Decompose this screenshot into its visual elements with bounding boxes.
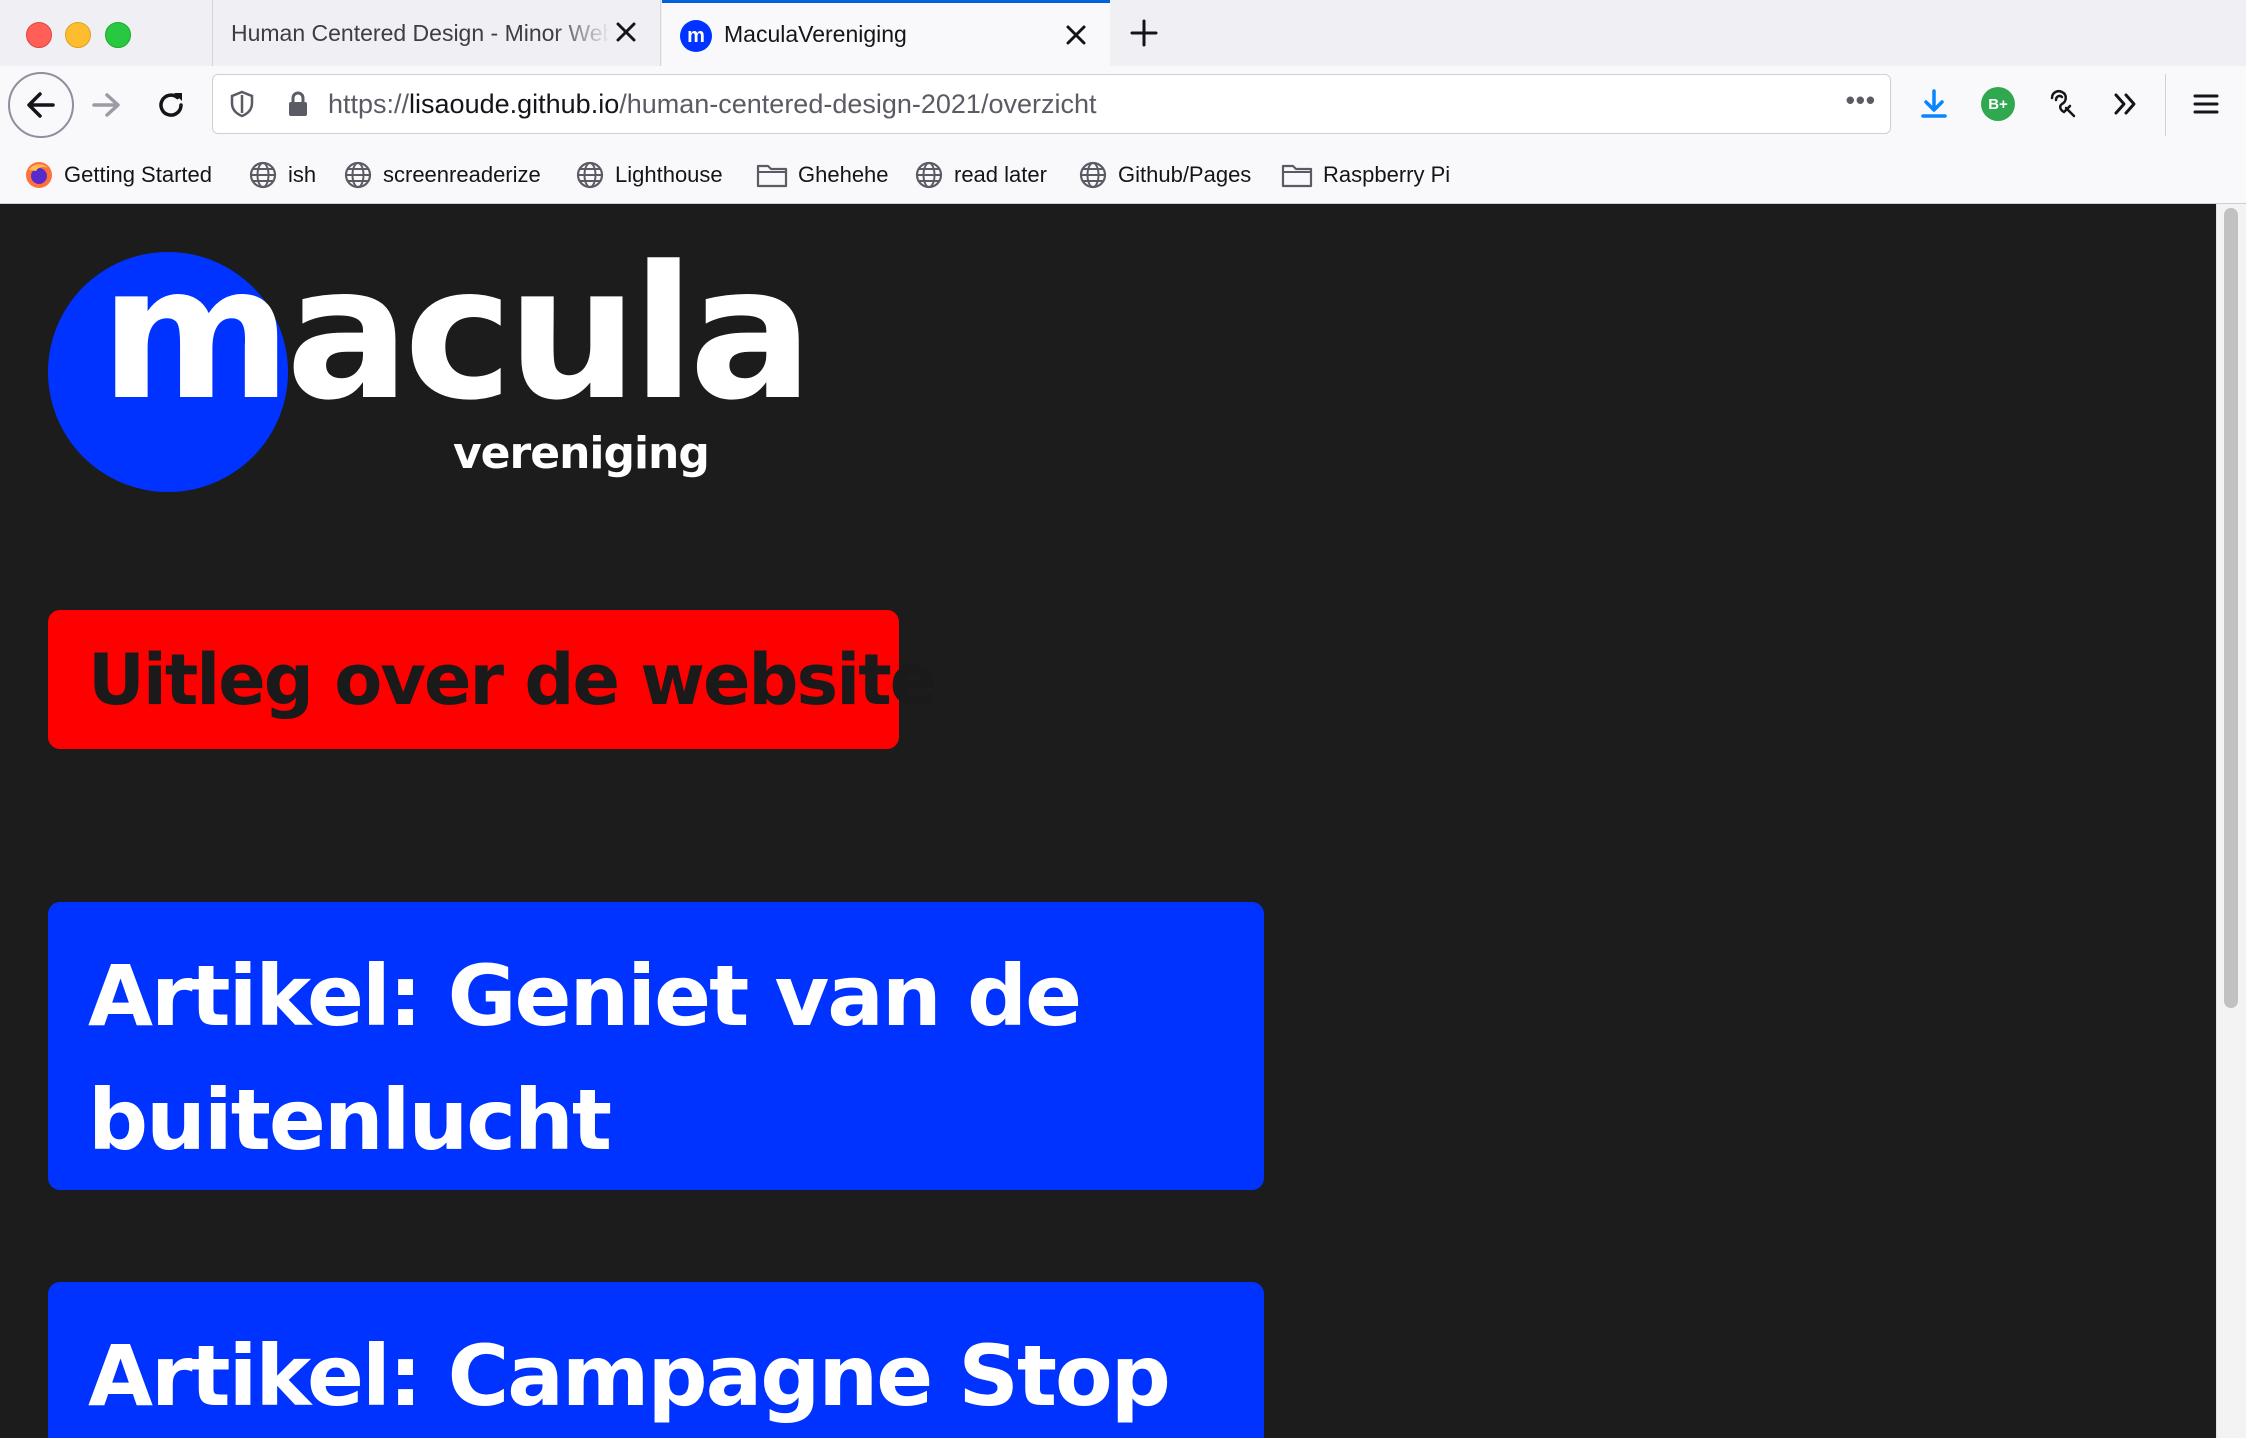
zoom-window-button[interactable]	[105, 22, 131, 48]
arrow-right-icon	[92, 93, 120, 117]
macula-favicon-icon: m	[680, 20, 712, 52]
browser-chrome: Human Centered Design - Minor Web Design…	[0, 0, 2246, 204]
globe-icon	[1079, 161, 1107, 189]
globe-icon	[249, 161, 277, 189]
url-text[interactable]: https://lisaoude.github.io/human-centere…	[328, 89, 1097, 120]
bookmark-label: Ghehehe	[798, 162, 889, 187]
globe-icon	[576, 161, 604, 189]
vertical-scrollbar[interactable]	[2216, 204, 2246, 1438]
article-title-line: Artikel: Campagne Stop	[88, 1327, 1171, 1425]
bookmarks-toolbar: Getting Started ish screenreaderize Ligh…	[0, 146, 2246, 204]
minimize-window-button[interactable]	[65, 22, 91, 48]
more-tools-chevron-icon[interactable]	[2106, 84, 2146, 124]
uitleg-website-button[interactable]: Uitleg over de website	[48, 610, 937, 749]
close-tab-icon[interactable]	[612, 18, 640, 46]
hamburger-menu-icon[interactable]	[2186, 84, 2226, 124]
scrollbar-thumb[interactable]	[2224, 208, 2238, 1008]
lock-icon[interactable]	[283, 89, 313, 119]
logo-subtitle: vereniging	[453, 428, 710, 479]
page-actions-menu-icon[interactable]: •••	[1846, 85, 1876, 116]
extension-badge-label: B+	[1981, 87, 2015, 121]
navigation-toolbar: https://lisaoude.github.io/human-centere…	[0, 66, 2246, 146]
folder-icon	[1281, 164, 1313, 188]
bookmark-read-later[interactable]: read later	[914, 158, 1047, 192]
bookmark-screenreaderize[interactable]: screenreaderize	[343, 158, 541, 192]
toolbar-separator	[2165, 74, 2166, 136]
downloads-icon[interactable]	[1914, 84, 1954, 124]
accessibility-extension-icon[interactable]	[2042, 84, 2082, 124]
extension-badge-icon[interactable]: B+	[1978, 84, 2018, 124]
url-scheme: https://	[328, 89, 410, 119]
new-tab-plus-icon[interactable]	[1128, 17, 1160, 49]
bookmark-github-pages[interactable]: Github/Pages	[1078, 158, 1251, 192]
globe-icon	[915, 161, 943, 189]
tab-bar: Human Centered Design - Minor Web Design…	[0, 0, 2246, 66]
article-card-geniet-buitenlucht[interactable]: Artikel: Geniet van de buitenlucht	[48, 902, 1264, 1190]
firefox-icon	[26, 162, 52, 188]
bookmark-folder-ghehehe[interactable]: Ghehehe	[756, 158, 889, 192]
bookmark-ish[interactable]: ish	[248, 158, 316, 192]
tab-title: Human Centered Design - Minor Web Design	[231, 19, 611, 46]
tab-human-centered-design[interactable]: Human Centered Design - Minor Web Design	[212, 0, 661, 66]
article-card-campagne-stop[interactable]: Artikel: Campagne Stop	[48, 1282, 1264, 1438]
arrow-left-icon	[27, 92, 55, 118]
url-host: lisaoude.github.io	[409, 89, 620, 119]
url-path: /human-centered-design-2021/overzicht	[619, 89, 1097, 119]
reload-button[interactable]	[146, 80, 196, 130]
bookmark-label: screenreaderize	[383, 162, 541, 187]
article-title-line: buitenlucht	[88, 1071, 612, 1169]
uitleg-button-label: Uitleg over de website	[88, 638, 937, 721]
bookmark-lighthouse[interactable]: Lighthouse	[575, 158, 723, 192]
tab-title: MaculaVereniging	[724, 21, 907, 47]
page-viewport: macula vereniging Uitleg over de website…	[0, 204, 2246, 1438]
bookmark-label: Github/Pages	[1118, 162, 1252, 187]
reload-icon	[159, 93, 183, 117]
address-bar[interactable]: https://lisaoude.github.io/human-centere…	[212, 74, 1891, 134]
bookmark-getting-started[interactable]: Getting Started	[24, 158, 212, 192]
tracking-protection-shield-icon[interactable]	[227, 89, 257, 119]
bookmark-folder-raspberry-pi[interactable]: Raspberry Pi	[1281, 158, 1450, 192]
close-window-button[interactable]	[26, 22, 52, 48]
tab-macula-vereniging[interactable]: m MaculaVereniging	[662, 0, 1110, 66]
folder-icon	[756, 164, 788, 188]
logo-wordmark: macula	[100, 227, 813, 441]
bookmark-label: Getting Started	[64, 162, 212, 187]
bookmark-label: Lighthouse	[615, 162, 723, 187]
back-button[interactable]	[8, 72, 74, 138]
globe-icon	[344, 161, 372, 189]
macula-vereniging-logo[interactable]: macula vereniging	[48, 242, 813, 512]
forward-button[interactable]	[82, 80, 132, 130]
bookmark-label: ish	[288, 162, 317, 187]
bookmark-label: Raspberry Pi	[1323, 162, 1451, 187]
bookmark-label: read later	[954, 162, 1047, 187]
article-title-line: Artikel: Geniet van de	[88, 947, 1082, 1045]
close-tab-icon[interactable]	[1062, 21, 1090, 49]
